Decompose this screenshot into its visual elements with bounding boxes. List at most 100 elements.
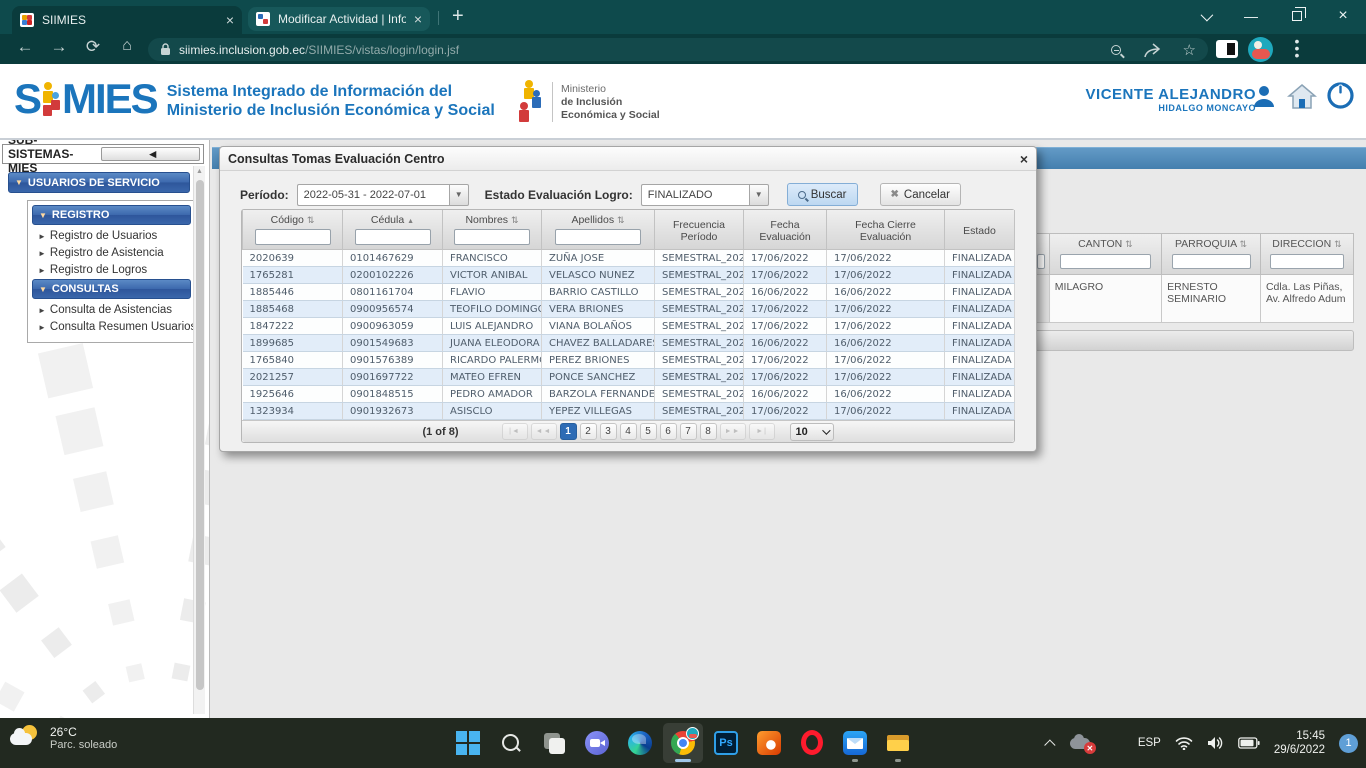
browser-menu-icon[interactable]: ••• (1292, 38, 1302, 59)
cancelar-button[interactable]: ✖Cancelar (880, 183, 961, 206)
background-column-direccion[interactable]: DIRECCION ⇅ (1261, 233, 1354, 275)
table-row[interactable]: 17652810200102226VICTOR ANIBALVELASCO NU… (243, 267, 1015, 284)
volume-icon[interactable] (1207, 736, 1224, 750)
logout-power-icon[interactable] (1327, 82, 1354, 109)
column-header-apellidos[interactable]: Apellidos ⇅ (542, 210, 655, 250)
nombres-filter-input[interactable] (454, 229, 529, 245)
page-button[interactable]: 8 (700, 423, 717, 440)
page-button[interactable]: 4 (620, 423, 637, 440)
sidebar-scrollbar[interactable]: ▲ (193, 166, 205, 714)
column-header-cedula[interactable]: Cédula ▲ (343, 210, 443, 250)
apellidos-filter-input[interactable] (555, 229, 641, 245)
edge-icon[interactable] (620, 723, 660, 763)
table-row[interactable]: 13239340901932673ASISCLOYEPEZ VILLEGASSE… (243, 403, 1015, 420)
page-button[interactable]: 6 (660, 423, 677, 440)
column-filter-input[interactable] (1270, 254, 1344, 269)
table-row[interactable]: 17658400901576389RICARDO PALERMOPEREZ BR… (243, 352, 1015, 369)
share-icon[interactable] (1143, 42, 1161, 58)
forward-icon[interactable]: → (46, 37, 72, 57)
office-icon[interactable] (749, 723, 789, 763)
scrollbar-thumb[interactable] (196, 180, 204, 690)
file-explorer-icon[interactable] (878, 723, 918, 763)
sidebar-item[interactable]: ►Consulta de Asistencias (32, 302, 191, 319)
page-button[interactable]: 5 (640, 423, 657, 440)
home-page-icon[interactable] (1287, 83, 1317, 109)
page-button[interactable]: 3 (600, 423, 617, 440)
url-bar[interactable]: siimies.inclusion.gob.ec/SIIMIES/vistas/… (148, 38, 1208, 61)
chrome-icon[interactable] (663, 723, 703, 763)
language-indicator[interactable]: ESP (1138, 737, 1161, 749)
restore-button[interactable] (1274, 0, 1320, 32)
table-row[interactable]: 19256460901848515PEDRO AMADORBARZOLA FER… (243, 386, 1015, 403)
sidebar-item[interactable]: ►Registro de Asistencia (32, 245, 191, 262)
column-header-nombres[interactable]: Nombres ⇅ (443, 210, 542, 250)
table-row[interactable]: MILAGRO ERNESTO SEMINARIO Cdla. Las Piña… (1032, 275, 1354, 323)
background-column-parroquia[interactable]: PARROQUIA ⇅ (1162, 233, 1261, 275)
page-button[interactable]: 7 (680, 423, 697, 440)
table-row[interactable]: 18854680900956574TEOFILO DOMINGOVERA BRI… (243, 301, 1015, 318)
page-button[interactable]: 1 (560, 423, 577, 440)
modal-close-icon[interactable]: × (1020, 153, 1028, 165)
wifi-icon[interactable] (1175, 736, 1193, 750)
photoshop-icon[interactable]: Ps (706, 723, 746, 763)
tab-close-icon[interactable]: × (226, 13, 234, 27)
reload-icon[interactable]: ⟳ (80, 37, 106, 57)
next-page-icon[interactable]: ►► (720, 423, 746, 440)
tab-modificar-actividad[interactable]: Modificar Actividad | Informes M × (248, 7, 430, 31)
periodo-select[interactable]: 2022-05-31 - 2022-07-01 ▼ (297, 184, 469, 206)
home-icon[interactable]: ⌂ (114, 37, 140, 55)
table-row[interactable]: 20206390101467629FRANCISCOZUÑA JOSESEMES… (243, 250, 1015, 267)
windows-start-icon[interactable] (448, 723, 488, 763)
column-header-codigo[interactable]: Código ⇅ (243, 210, 343, 250)
sidebar-collapse-icon[interactable]: ◄ (101, 147, 201, 161)
new-tab-button[interactable]: + (452, 6, 464, 26)
mail-icon[interactable] (835, 723, 875, 763)
chat-icon[interactable] (577, 723, 617, 763)
first-page-icon[interactable]: |◄ (502, 423, 528, 440)
prev-page-icon[interactable]: ◄◄ (531, 423, 557, 440)
clock[interactable]: 15:45 29/6/2022 (1274, 729, 1325, 757)
search-icon[interactable] (491, 723, 531, 763)
buscar-button[interactable]: Buscar (787, 183, 858, 206)
opera-icon[interactable] (792, 723, 832, 763)
task-view-icon[interactable] (534, 723, 574, 763)
zoom-out-icon[interactable] (1111, 45, 1121, 55)
sidebar-section-usuarios-de-servicio[interactable]: ▼ USUARIOS DE SERVICIO (8, 172, 190, 193)
last-page-icon[interactable]: ►| (749, 423, 775, 440)
tab-close-icon[interactable]: × (414, 12, 422, 26)
onedrive-icon[interactable]: ✕ (1070, 734, 1096, 752)
bookmark-star-icon[interactable]: ☆ (1183, 41, 1196, 59)
close-window-button[interactable]: × (1320, 0, 1366, 32)
sidebar-group-consultas[interactable]: ▼CONSULTAS (32, 279, 191, 299)
dropdown-arrow-icon[interactable]: ▼ (749, 184, 769, 206)
tab-siimies[interactable]: SIIMIES × (12, 6, 242, 34)
sidebar-item[interactable]: ►Consulta Resumen Usuarios (32, 319, 191, 336)
table-row[interactable]: 20212570901697722MATEO EFRENPONCE SANCHE… (243, 369, 1015, 386)
side-panel-icon[interactable] (1216, 40, 1238, 58)
tab-search-chevron-icon[interactable] (1182, 0, 1228, 32)
page-size-select[interactable]: 10 (790, 423, 834, 441)
cedula-filter-input[interactable] (355, 229, 431, 245)
background-column-canton[interactable]: CANTON ⇅ (1050, 233, 1162, 275)
minimize-button[interactable]: — (1228, 0, 1274, 32)
profile-icon[interactable] (1251, 83, 1277, 109)
back-icon[interactable]: ← (12, 37, 38, 57)
column-filter-input[interactable] (1060, 254, 1151, 269)
sidebar-item[interactable]: ►Registro de Usuarios (32, 228, 191, 245)
table-row[interactable]: 18472220900963059LUIS ALEJANDROVIANA BOL… (243, 318, 1015, 335)
notification-badge[interactable]: 1 (1339, 734, 1358, 753)
page-button[interactable]: 2 (580, 423, 597, 440)
table-row[interactable]: 18854460801161704FLAVIOBARRIO CASTILLOSE… (243, 284, 1015, 301)
sidebar-group-registro[interactable]: ▼REGISTRO (32, 205, 191, 225)
browser-profile-avatar[interactable] (1248, 37, 1273, 62)
column-filter-input[interactable] (1172, 254, 1251, 269)
content-area: CANTON ⇅ PARROQUIA ⇅ DIRECCION ⇅ MILAGRO… (0, 140, 1366, 718)
estado-select[interactable]: FINALIZADO ▼ (641, 184, 769, 206)
dropdown-arrow-icon[interactable]: ▼ (449, 184, 469, 206)
battery-icon[interactable] (1238, 737, 1260, 749)
sidebar-item[interactable]: ►Registro de Logros (32, 262, 191, 279)
table-row[interactable]: 18996850901549683JUANA ELEODORACHAVEZ BA… (243, 335, 1015, 352)
codigo-filter-input[interactable] (255, 229, 331, 245)
column-filter-input[interactable] (1037, 254, 1045, 269)
scroll-up-icon[interactable]: ▲ (196, 168, 203, 175)
